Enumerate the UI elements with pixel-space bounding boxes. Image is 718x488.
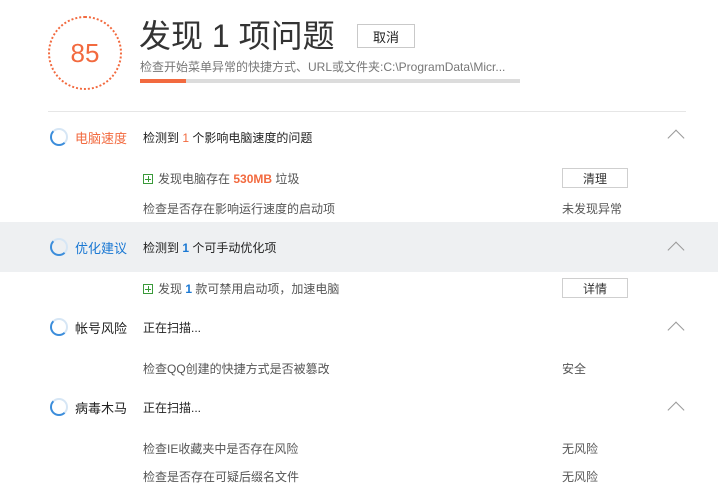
section-virus-header[interactable]: 病毒木马 正在扫描... <box>0 382 718 432</box>
section-speed-header[interactable]: 电脑速度 检测到 1 个影响电脑速度的问题 <box>0 112 718 162</box>
score-circle: 85 <box>48 16 122 90</box>
list-item: 发现 1 款可禁用启动项，加速电脑 详情 <box>0 276 718 300</box>
scan-progress-bar <box>140 79 520 83</box>
expand-plus-icon[interactable] <box>143 174 153 184</box>
expand-plus-icon[interactable] <box>143 284 153 294</box>
score-value: 85 <box>70 37 100 68</box>
section-account-status: 正在扫描... <box>143 320 202 335</box>
category-label-account: 帐号风险 <box>75 320 128 336</box>
page-title: 发现 1 项问题 <box>139 18 335 54</box>
item-text: 检查是否存在影响运行速度的启动项 <box>143 202 336 216</box>
item-text: 检查IE收藏夹中是否存在风险 <box>143 442 299 456</box>
section-account-header[interactable]: 帐号风险 正在扫描... <box>0 302 718 352</box>
list-item: 检查是否存在可疑后缀名文件 无风险 <box>0 464 718 488</box>
clean-button[interactable]: 清理 <box>562 168 628 188</box>
cancel-button[interactable]: 取消 <box>357 24 415 48</box>
scan-progress-fill <box>140 79 186 83</box>
details-button[interactable]: 详情 <box>562 278 628 298</box>
item-result: 无风险 <box>562 442 599 456</box>
section-optimize-summary: 检测到 1 个可手动优化项 <box>143 240 277 255</box>
item-result: 安全 <box>562 362 587 376</box>
list-item: 发现电脑存在 530MB 垃圾 清理 <box>0 166 718 190</box>
loading-spinner-icon <box>50 318 68 336</box>
section-optimize-header[interactable]: 优化建议 检测到 1 个可手动优化项 <box>0 222 718 272</box>
category-label-virus: 病毒木马 <box>75 400 128 416</box>
item-result: 未发现异常 <box>562 202 623 216</box>
list-item: 检查是否存在影响运行速度的启动项 未发现异常 <box>0 196 718 220</box>
list-item: 检查QQ创建的快捷方式是否被篡改 安全 <box>0 356 718 380</box>
category-label-optimize: 优化建议 <box>75 240 128 256</box>
loading-spinner-icon <box>50 238 68 256</box>
item-text: 检查是否存在可疑后缀名文件 <box>143 470 300 484</box>
scan-status-text: 检查开始菜单异常的快捷方式、URL或文件夹:C:\ProgramData\Mic… <box>140 60 506 74</box>
item-result: 无风险 <box>562 470 599 484</box>
category-label-speed: 电脑速度 <box>75 130 128 146</box>
loading-spinner-icon <box>50 128 68 146</box>
loading-spinner-icon <box>50 398 68 416</box>
list-item: 检查IE收藏夹中是否存在风险 无风险 <box>0 436 718 460</box>
section-virus-status: 正在扫描... <box>143 400 202 415</box>
section-speed-summary: 检测到 1 个影响电脑速度的问题 <box>143 130 313 145</box>
item-text: 检查QQ创建的快捷方式是否被篡改 <box>143 362 330 376</box>
collapse-chevron-icon[interactable] <box>667 129 685 147</box>
